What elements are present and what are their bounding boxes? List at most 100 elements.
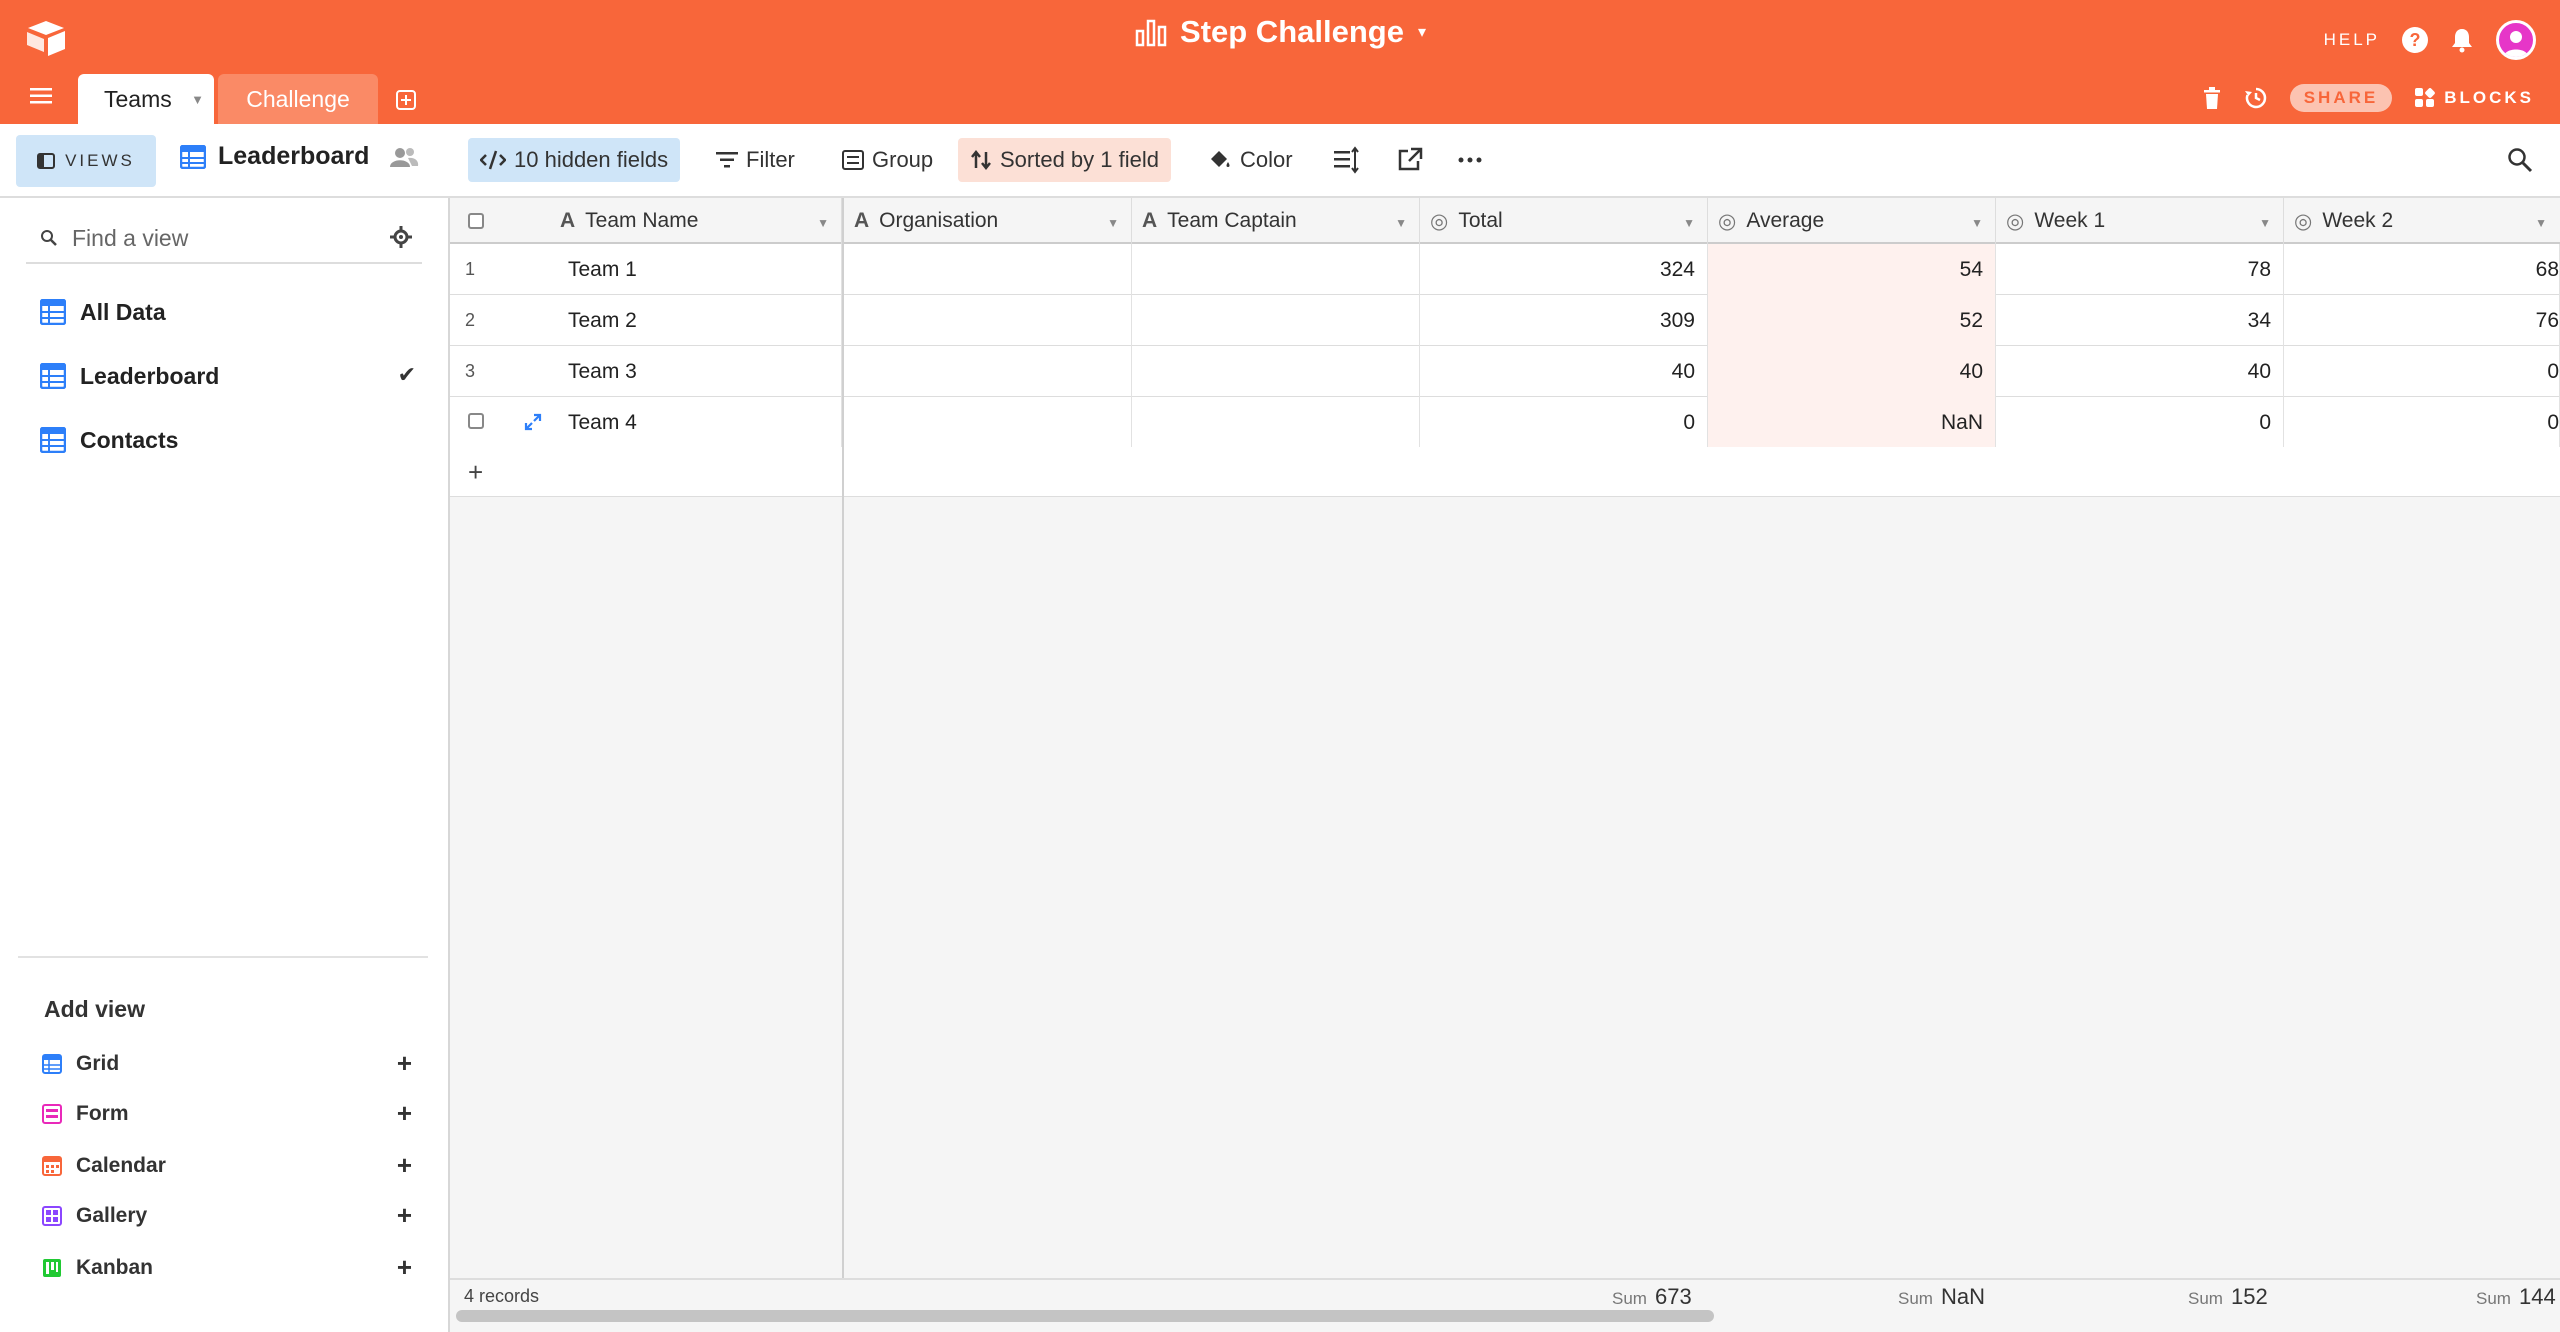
chevron-down-icon[interactable]: ▼ [1971, 216, 1983, 230]
summary-week-1[interactable]: Sum 152 [2188, 1284, 2268, 1310]
color-button[interactable]: Color [1196, 138, 1305, 182]
chevron-down-icon[interactable]: ▼ [1683, 216, 1695, 230]
horizontal-scrollbar[interactable] [456, 1310, 1714, 1322]
cell-week-2[interactable]: 0 [2284, 397, 2560, 448]
plus-icon[interactable]: + [397, 1200, 412, 1231]
summary-week-2[interactable]: Sum 144 [2476, 1284, 2556, 1310]
blocks-button[interactable]: BLOCKS [2414, 87, 2534, 109]
cell-total[interactable]: 324 [1420, 244, 1708, 295]
current-view-selector[interactable]: Leaderboard [180, 142, 419, 171]
views-toggle-button[interactable]: VIEWS [16, 135, 156, 187]
column-header-team-name[interactable]: A Team Name ▼ [550, 198, 842, 244]
table-row[interactable]: 3 Team 3 40 40 40 0 [450, 346, 2560, 397]
more-options-icon[interactable] [1456, 146, 1484, 174]
help-link[interactable]: HELP [2324, 30, 2380, 50]
sidebar-item-all-data[interactable]: All Data [40, 292, 420, 332]
share-view-icon[interactable] [1396, 146, 1424, 174]
add-view-form[interactable]: Form + [42, 1096, 412, 1132]
cell-average[interactable]: NaN [1708, 397, 1996, 448]
plus-icon[interactable]: + [397, 1252, 412, 1283]
filter-button[interactable]: Filter [704, 138, 807, 182]
plus-icon[interactable]: + [397, 1150, 412, 1181]
chevron-down-icon[interactable]: ▼ [2259, 216, 2271, 230]
add-record-button[interactable]: + [468, 457, 483, 488]
cell-team-name[interactable]: Team 1 [550, 244, 842, 295]
tab-teams[interactable]: Teams ▼ [78, 74, 214, 124]
cell-week-1[interactable]: 34 [1996, 295, 2284, 346]
hamburger-menu-icon[interactable] [30, 88, 52, 104]
cell-team-captain[interactable] [1132, 244, 1420, 295]
chevron-down-icon[interactable]: ▼ [2535, 216, 2547, 230]
find-view-input[interactable] [72, 224, 372, 252]
share-button[interactable]: SHARE [2289, 84, 2393, 112]
cell-organisation[interactable] [844, 244, 1132, 295]
add-view-type-label: Kanban [76, 1256, 154, 1279]
cell-organisation[interactable] [844, 346, 1132, 397]
cell-week-1[interactable]: 40 [1996, 346, 2284, 397]
bell-icon[interactable] [2450, 27, 2474, 53]
cell-team-name[interactable]: Team 3 [550, 346, 842, 397]
add-view-gallery[interactable]: Gallery + [42, 1198, 412, 1234]
row-height-icon[interactable] [1332, 146, 1360, 174]
cell-week-2[interactable]: 0 [2284, 346, 2560, 397]
row-checkbox[interactable] [468, 413, 484, 429]
add-view-grid[interactable]: Grid + [42, 1046, 412, 1082]
sidebar-item-leaderboard[interactable]: Leaderboard ✔ [40, 356, 420, 396]
cell-team-captain[interactable] [1132, 295, 1420, 346]
select-all-checkbox[interactable] [468, 213, 484, 229]
table-row[interactable]: 1 Team 1 324 54 78 68 [450, 244, 2560, 295]
table-row[interactable]: 2 Team 2 309 52 34 76 [450, 295, 2560, 346]
cell-team-captain[interactable] [1132, 346, 1420, 397]
cell-week-1[interactable]: 78 [1996, 244, 2284, 295]
column-header-average[interactable]: ◎ Average ▼ [1708, 198, 1996, 244]
cell-average[interactable]: 54 [1708, 244, 1996, 295]
sidebar-item-contacts[interactable]: Contacts [40, 420, 420, 460]
cell-total[interactable]: 0 [1420, 397, 1708, 448]
chevron-down-icon[interactable]: ▼ [191, 92, 204, 107]
group-button[interactable]: Group [830, 138, 945, 182]
add-record-row[interactable]: + [450, 447, 2560, 497]
help-icon[interactable]: ? [2402, 27, 2428, 53]
column-header-week-2[interactable]: ◎ Week 2 ▼ [2284, 198, 2560, 244]
sort-button[interactable]: Sorted by 1 field [958, 138, 1171, 182]
top-bar: Step Challenge ▾ HELP ? Teams ▼ Challeng… [0, 0, 2560, 124]
frozen-column-divider[interactable] [842, 198, 844, 1332]
collaborators-icon[interactable] [389, 146, 419, 168]
search-icon[interactable] [2506, 146, 2534, 174]
cell-total[interactable]: 309 [1420, 295, 1708, 346]
summary-total[interactable]: Sum 673 [1612, 1284, 1692, 1310]
column-header-week-1[interactable]: ◎ Week 1 ▼ [1996, 198, 2284, 244]
summary-average[interactable]: Sum NaN [1898, 1284, 1985, 1310]
cell-organisation[interactable] [844, 295, 1132, 346]
cell-team-captain[interactable] [1132, 397, 1420, 448]
table-row[interactable]: Team 4 0 NaN 0 0 [450, 397, 2560, 448]
hide-fields-button[interactable]: 10 hidden fields [468, 138, 681, 182]
chevron-down-icon[interactable]: ▼ [817, 216, 829, 230]
gear-icon[interactable] [390, 226, 412, 248]
add-table-icon[interactable] [396, 90, 416, 110]
history-icon[interactable] [2244, 86, 2268, 110]
cell-week-1[interactable]: 0 [1996, 397, 2284, 448]
expand-record-icon[interactable] [524, 413, 542, 431]
avatar[interactable] [2496, 20, 2536, 60]
column-header-team-captain[interactable]: A Team Captain ▼ [1132, 198, 1420, 244]
cell-total[interactable]: 40 [1420, 346, 1708, 397]
plus-icon[interactable]: + [397, 1098, 412, 1129]
chevron-down-icon[interactable]: ▼ [1107, 216, 1119, 230]
chevron-down-icon[interactable]: ▼ [1395, 216, 1407, 230]
add-view-kanban[interactable]: Kanban + [42, 1250, 412, 1286]
cell-average[interactable]: 40 [1708, 346, 1996, 397]
cell-organisation[interactable] [844, 397, 1132, 448]
cell-team-name[interactable]: Team 2 [550, 295, 842, 346]
tab-challenge[interactable]: Challenge [218, 74, 378, 124]
add-view-calendar[interactable]: Calendar + [42, 1148, 412, 1184]
cell-average[interactable]: 52 [1708, 295, 1996, 346]
cell-week-2[interactable]: 68 [2284, 244, 2560, 295]
plus-icon[interactable]: + [397, 1048, 412, 1079]
base-title-button[interactable]: Step Challenge ▾ [1134, 14, 1426, 50]
cell-week-2[interactable]: 76 [2284, 295, 2560, 346]
column-header-total[interactable]: ◎ Total ▼ [1420, 198, 1708, 244]
cell-team-name[interactable]: Team 4 [550, 397, 842, 448]
column-header-organisation[interactable]: A Organisation ▼ [844, 198, 1132, 244]
trash-icon[interactable] [2202, 86, 2222, 110]
